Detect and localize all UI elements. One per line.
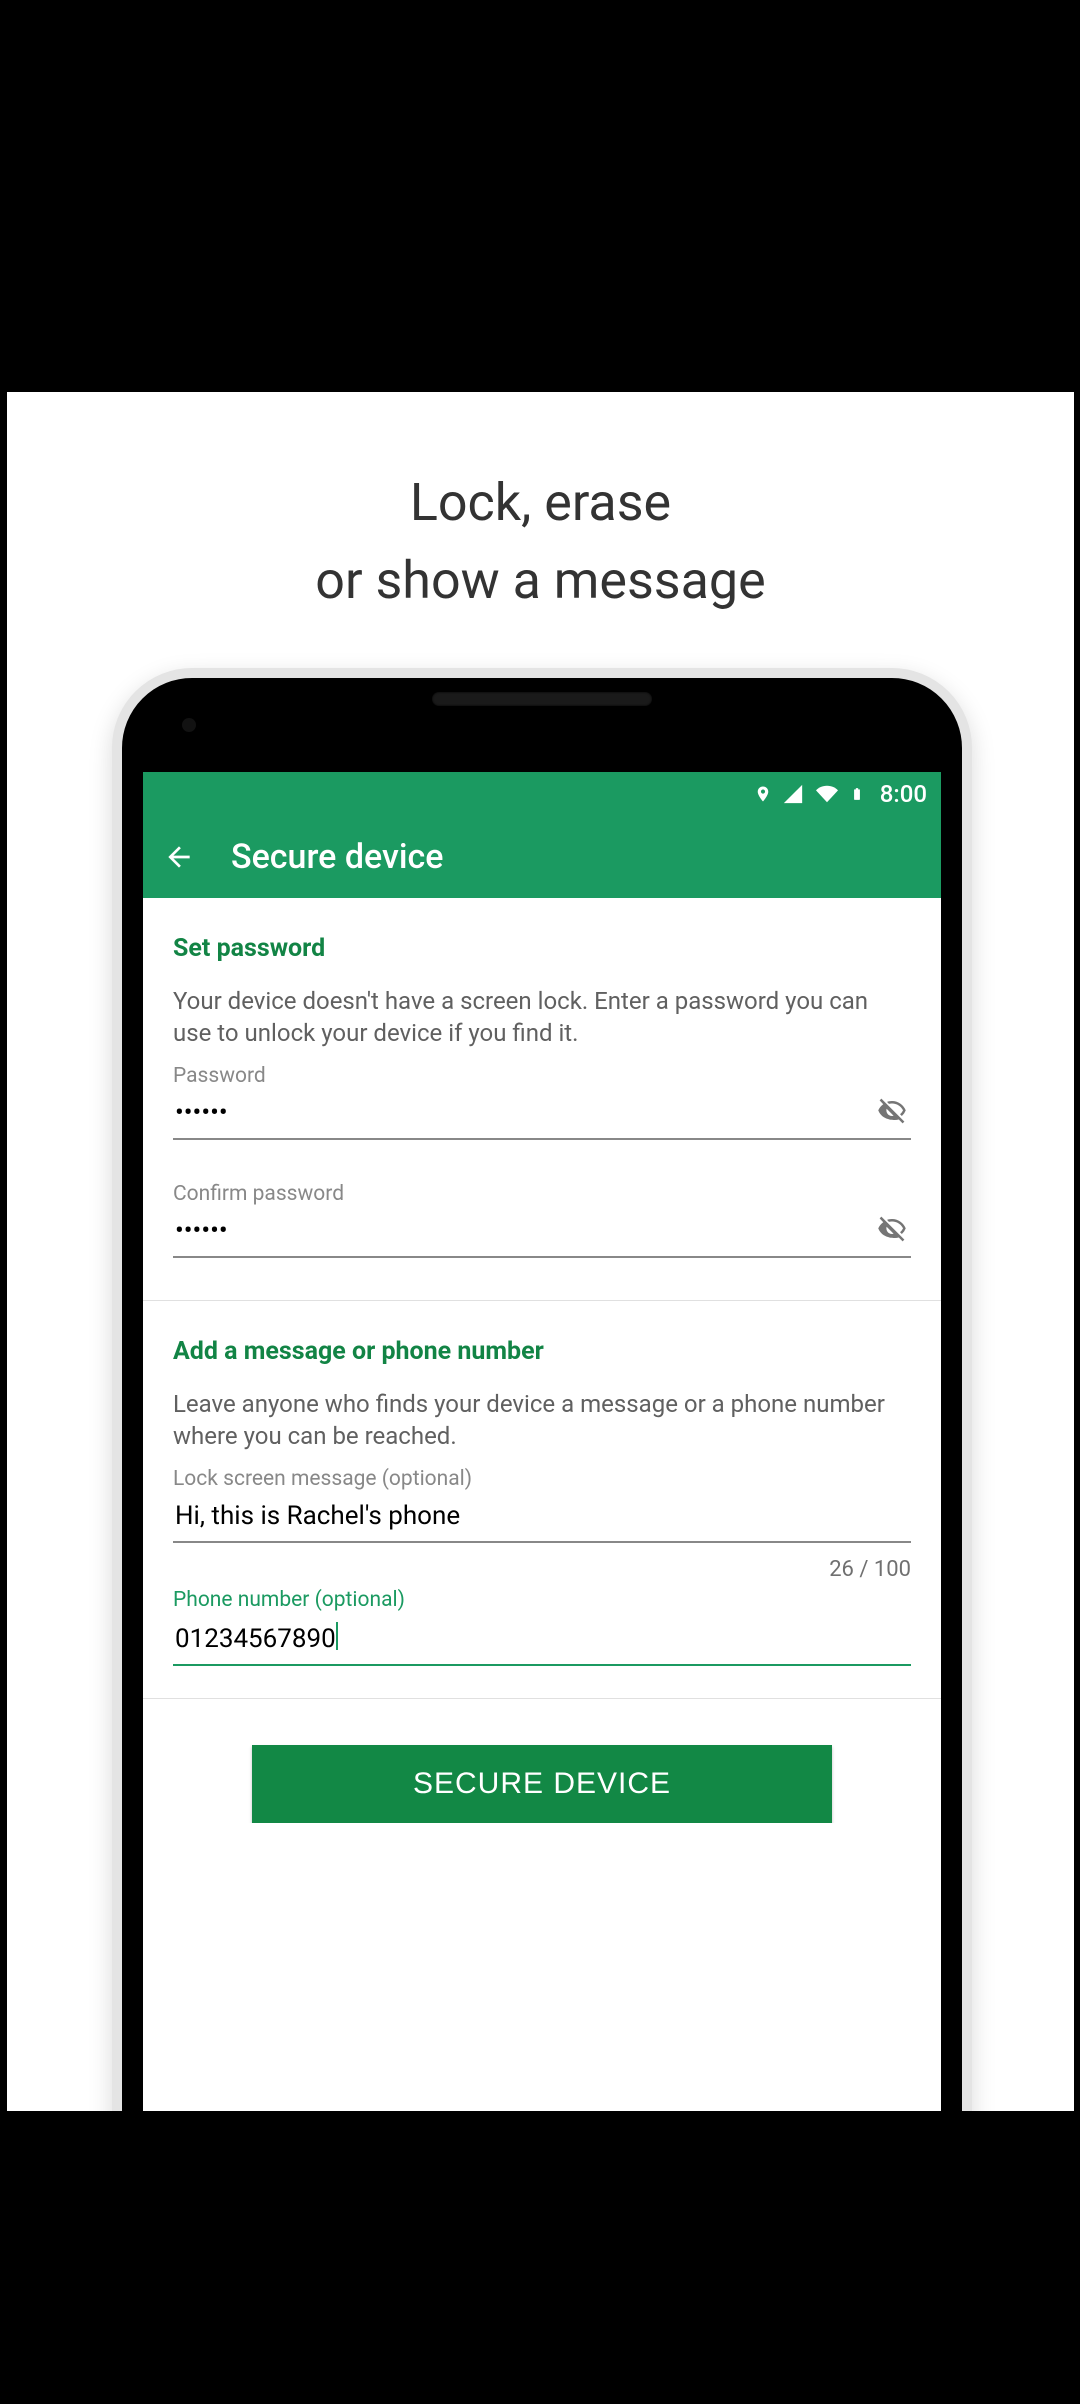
lock-message-field-wrapper: Lock screen message (optional) Hi, this … <box>173 1467 911 1543</box>
location-icon <box>754 782 772 806</box>
phone-power-button <box>971 983 972 1055</box>
section-divider <box>143 1300 941 1301</box>
phone-number-field-wrapper: Phone number (optional) 01234567890 <box>173 1588 911 1666</box>
promo-line1: Lock, erase <box>410 472 671 533</box>
phone-number-input[interactable]: 01234567890 <box>173 1612 911 1666</box>
signal-icon <box>782 783 804 805</box>
status-time: 8:00 <box>880 780 927 808</box>
section-divider <box>143 1698 941 1699</box>
set-password-description: Your device doesn't have a screen lock. … <box>173 985 911 1050</box>
text-cursor <box>336 1622 338 1650</box>
confirm-password-field-wrapper: Confirm password •••••• <box>173 1182 911 1258</box>
confirm-password-value: •••••• <box>175 1216 228 1246</box>
lock-message-counter: 26 / 100 <box>173 1557 911 1582</box>
phone-frame: 8:00 Secure device Set password Your dev… <box>112 668 972 2111</box>
eye-off-icon <box>877 1096 907 1126</box>
phone-screen: 8:00 Secure device Set password Your dev… <box>143 772 941 2111</box>
back-button[interactable] <box>163 841 195 873</box>
password-label: Password <box>173 1064 911 1088</box>
phone-volume-button <box>971 1108 972 1238</box>
confirm-password-input[interactable]: •••••• <box>173 1206 911 1258</box>
confirm-password-visibility-toggle[interactable] <box>877 1214 907 1248</box>
phone-number-label: Phone number (optional) <box>173 1588 911 1612</box>
battery-icon <box>850 782 864 806</box>
phone-speaker <box>432 692 652 706</box>
promo-line2: or show a message <box>315 550 765 611</box>
set-password-title: Set password <box>173 934 911 963</box>
message-section-title: Add a message or phone number <box>173 1337 911 1366</box>
secure-device-button[interactable]: SECURE DEVICE <box>252 1745 832 1823</box>
lock-message-value: Hi, this is Rachel's phone <box>175 1501 460 1531</box>
status-bar: 8:00 <box>143 772 941 816</box>
eye-off-icon <box>877 1214 907 1244</box>
phone-camera <box>182 718 196 732</box>
password-visibility-toggle[interactable] <box>877 1096 907 1130</box>
app-bar-title: Secure device <box>231 837 443 877</box>
phone-number-value: 01234567890 <box>175 1624 336 1654</box>
promo-title: Lock, erase or show a message <box>7 464 1074 620</box>
arrow-left-icon <box>163 841 195 873</box>
password-input[interactable]: •••••• <box>173 1088 911 1140</box>
confirm-password-label: Confirm password <box>173 1182 911 1206</box>
promo-card: Lock, erase or show a message 8 <box>7 392 1074 2111</box>
lock-message-input[interactable]: Hi, this is Rachel's phone <box>173 1491 911 1543</box>
app-bar: Secure device <box>143 816 941 898</box>
message-section-description: Leave anyone who finds your device a mes… <box>173 1388 911 1453</box>
password-value: •••••• <box>175 1098 228 1128</box>
password-field-wrapper: Password •••••• <box>173 1064 911 1140</box>
screen-content: Set password Your device doesn't have a … <box>143 898 941 1823</box>
wifi-icon <box>814 783 840 805</box>
lock-message-label: Lock screen message (optional) <box>173 1467 911 1491</box>
